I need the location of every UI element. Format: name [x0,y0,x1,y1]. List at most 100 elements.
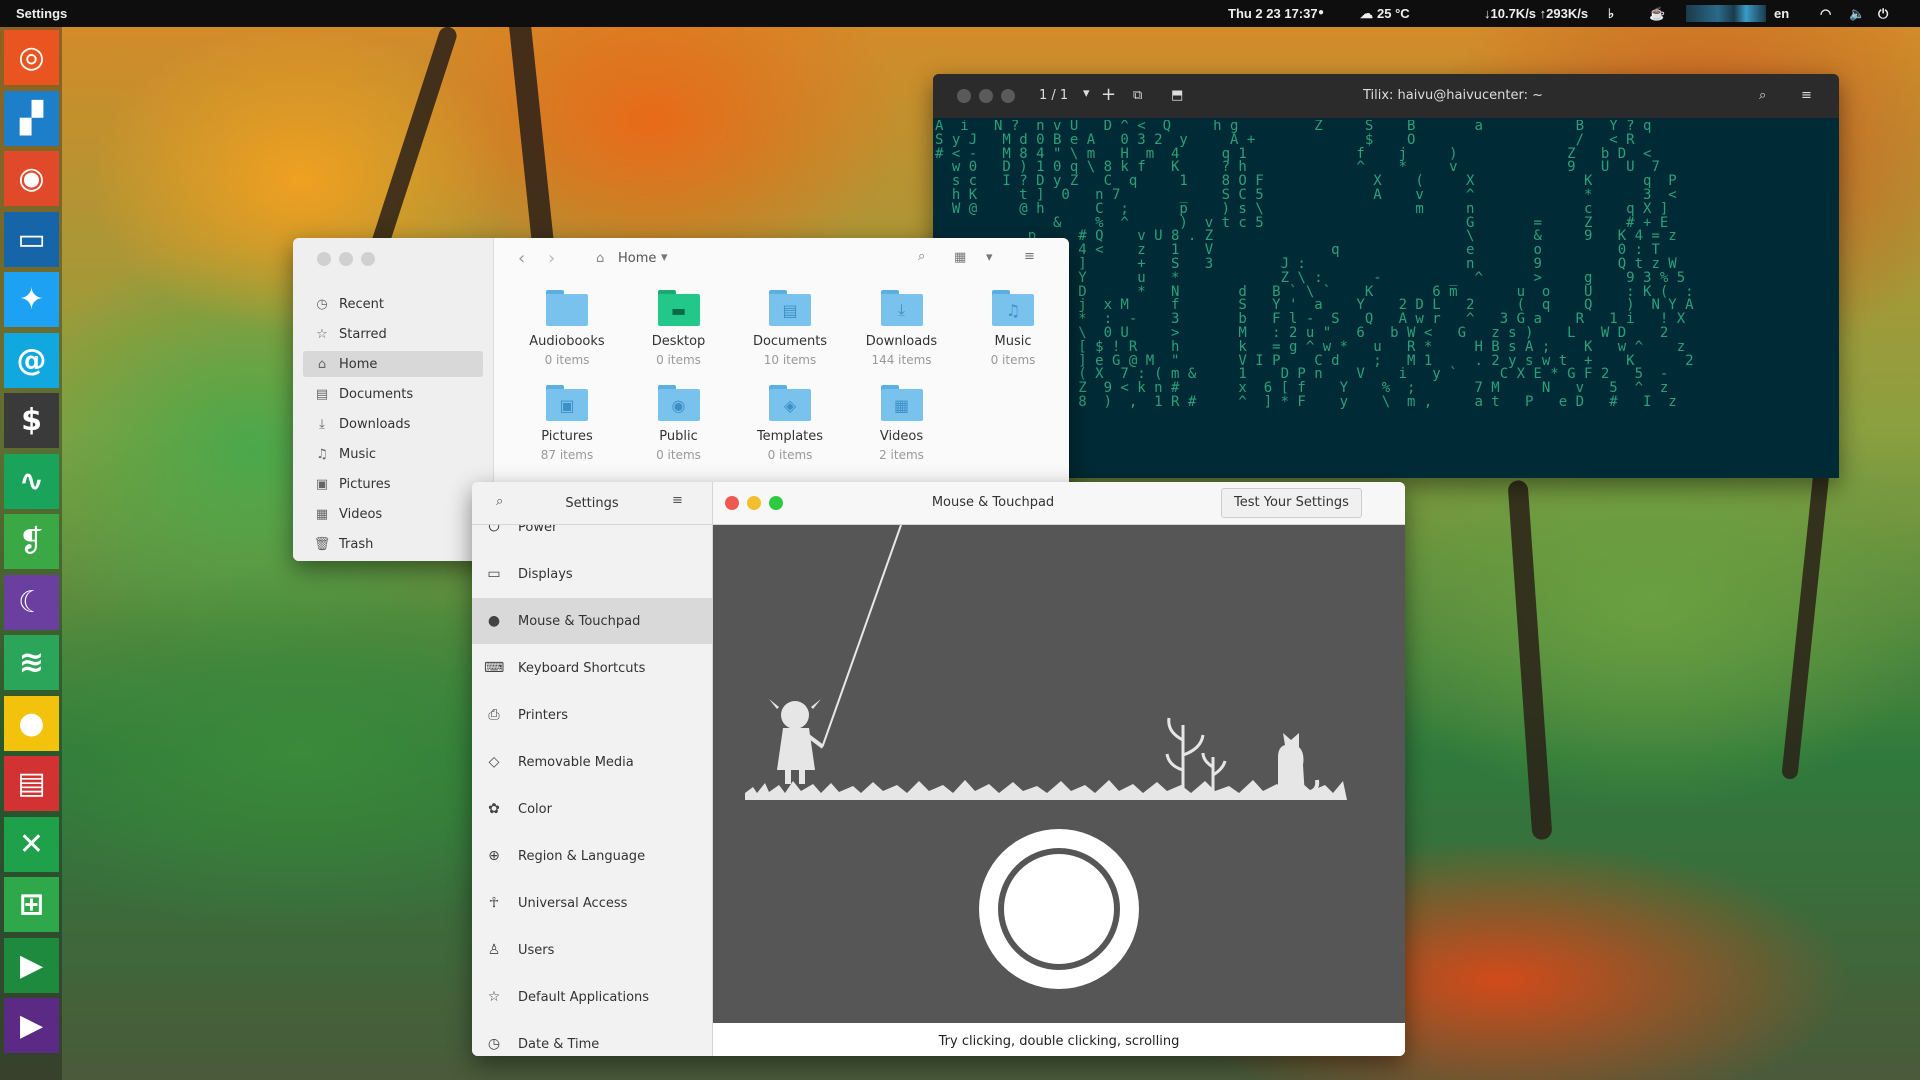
session-switcher[interactable]: 1 / 1 [1039,88,1068,103]
rss-icon[interactable]: ≋ [4,635,59,690]
close-button[interactable] [317,252,331,266]
ubuntu-icon[interactable]: ◎ [4,30,59,85]
sidebar-item-home[interactable]: ⌂ Home [303,351,483,377]
wifi-icon[interactable]: ◠ [1820,6,1831,22]
sidebar-item-starred[interactable]: ☆ Starred [303,321,483,347]
close-button[interactable] [957,89,971,103]
back-icon[interactable]: ‹ [518,248,525,269]
folder-audiobooks[interactable]: Audiobooks 0 items [512,290,622,367]
settings-item-printers[interactable]: ⎙ Printers [472,692,712,738]
settings-item-date-time[interactable]: ◷ Date & Time [472,1021,712,1056]
mouse-test-area[interactable] [713,524,1405,1023]
settings-item-removable-media[interactable]: ◇ Removable Media [472,739,712,785]
home-icon: ⌂ [317,356,327,372]
search-icon[interactable]: ⌕ [1759,88,1766,103]
chevron-down-icon[interactable]: ▾ [1083,86,1090,101]
coffee-icon[interactable]: ☕ [1649,6,1665,22]
maximize-button[interactable] [361,252,375,266]
add-session-icon[interactable]: + [1101,84,1116,105]
sidebar-item-label: Trash [339,536,374,552]
media-player-icon[interactable]: ▶ [4,998,59,1053]
sidebar-item-documents[interactable]: ▤ Documents [303,381,483,407]
settings-item-region-language[interactable]: ⊕ Region & Language [472,833,712,879]
menu-icon[interactable]: ≡ [672,493,683,508]
system-load-graph[interactable] [1686,5,1766,22]
folder-item-count: 0 items [990,353,1036,367]
terminal-output[interactable]: A i N ? n v U D ^ < Q h g Z S B a B Y ? … [935,120,1835,476]
chat-icon[interactable]: ● [4,695,59,751]
terminal-icon[interactable]: $ [4,393,59,448]
menu-icon[interactable]: ≡ [1024,249,1035,264]
sidebar-item-downloads[interactable]: ⤓ Downloads [303,411,483,437]
chevron-down-icon[interactable]: ▾ [661,250,668,265]
evernote-icon[interactable]: ❡ [4,514,59,569]
forward-icon[interactable]: › [548,248,555,269]
split-down-icon[interactable]: ⬒ [1171,88,1183,103]
folder-name: Videos [879,429,924,444]
settings-item-default-applications[interactable]: ☆ Default Applications [472,974,712,1020]
settings-headerbar[interactable]: Mouse & Touchpad Test Your Settings [713,482,1405,525]
thunderbird-icon[interactable]: ☾ [4,574,59,630]
folder-public[interactable]: ◉ Public 0 items [624,385,734,462]
settings-item-displays[interactable]: ▭ Displays [472,551,712,597]
email-icon[interactable]: @ [4,332,59,388]
power-icon[interactable]: ⏻ [1878,6,1888,22]
settings-window[interactable]: ⌕ Settings ≡ ⏻ Power ▭ Displays ● Mouse & Tou… [472,482,1405,1056]
clock[interactable]: Thu 2 23 17:37 [1228,6,1318,21]
terminal-title: Tilix: haivu@haivucenter: ~ [1362,88,1544,103]
files-icon[interactable]: ▭ [4,211,59,267]
network-speed[interactable]: ↓10.7K/s ↑293K/s [1484,6,1588,21]
maximize-button[interactable] [769,496,783,510]
sidebar-item-videos[interactable]: ▦ Videos [303,501,483,527]
settings-item-universal-access[interactable]: ☥ Universal Access [472,880,712,926]
settings-item-users[interactable]: ♙ Users [472,927,712,973]
audio-indicator-icon[interactable]: ♭ [1608,6,1614,22]
sidebar-item-label: Documents [339,386,414,402]
keyboard-layout[interactable]: en [1774,6,1789,21]
system-monitor-icon[interactable]: ∿ [4,453,59,509]
menu-icon[interactable]: ≡ [1801,88,1812,103]
minimize-button[interactable] [747,496,761,510]
folder-documents[interactable]: ▤ Documents 10 items [735,290,845,367]
weather[interactable]: 25 °C [1377,6,1410,21]
search-icon[interactable]: ⌕ [918,249,925,264]
folder-downloads[interactable]: ⤓ Downloads 144 items [847,290,957,367]
folder-music[interactable]: ♫ Music 0 items [958,290,1068,367]
volume-icon[interactable]: 🔈 [1849,6,1865,22]
news-icon[interactable]: ▤ [4,756,59,811]
folder-pictures[interactable]: ▣ Pictures 87 items [512,385,622,462]
sidebar-item-pictures[interactable]: ▣ Pictures [303,471,483,497]
close-button[interactable] [725,496,739,510]
active-app-name[interactable]: Settings [16,6,67,21]
folder-desktop[interactable]: ▬ Desktop 0 items [624,290,734,367]
location-breadcrumb[interactable]: Home [618,251,656,266]
sidebar-item-trash[interactable]: 🗑 Trash [303,531,483,557]
minimize-button[interactable] [339,252,353,266]
folder-templates[interactable]: ◈ Templates 0 items [735,385,845,462]
video-editor-icon[interactable]: ▶ [4,937,59,993]
places-sidebar: ◷ Recent ☆ Starred ⌂ Home ▤ Documents ⤓ Downloads… [293,238,494,561]
crossover-icon[interactable]: ✕ [4,816,59,872]
folder-videos[interactable]: ▦ Videos 2 items [847,385,957,462]
chrome-icon[interactable]: ◉ [4,151,59,206]
chevron-down-icon[interactable]: ▾ [986,250,993,265]
games-icon[interactable]: ⊞ [4,877,59,932]
minimize-button[interactable] [979,89,993,103]
twitter-icon[interactable]: ✦ [4,272,59,327]
settings-item-mouse-touchpad[interactable]: ● Mouse & Touchpad [472,598,712,644]
settings-item-keyboard-shortcuts[interactable]: ⌨ Keyboard Shortcuts [472,645,712,691]
terminal-headerbar[interactable]: 1 / 1 ▾ + ⧉ ⬒ Tilix: haivu@haivucenter: … [933,74,1839,118]
maximize-button[interactable] [1001,89,1015,103]
sidebar-item-music[interactable]: ♫ Music [303,441,483,467]
view-grid-icon[interactable]: ▦ [954,250,966,265]
split-right-icon[interactable]: ⧉ [1133,88,1142,103]
category-icon: ▭ [487,566,501,582]
sidebar-item-recent[interactable]: ◷ Recent [303,291,483,317]
settings-item-label: Date & Time [518,1036,600,1052]
videos-icon: ▦ [315,506,329,522]
settings-item-color[interactable]: ✿ Color [472,786,712,832]
test-settings-button[interactable]: Test Your Settings [1221,488,1362,518]
category-icon: ♙ [487,942,501,958]
settings-item-power[interactable]: ⏻ Power [472,525,712,550]
apps-grid-icon[interactable]: ▞ [4,90,59,146]
